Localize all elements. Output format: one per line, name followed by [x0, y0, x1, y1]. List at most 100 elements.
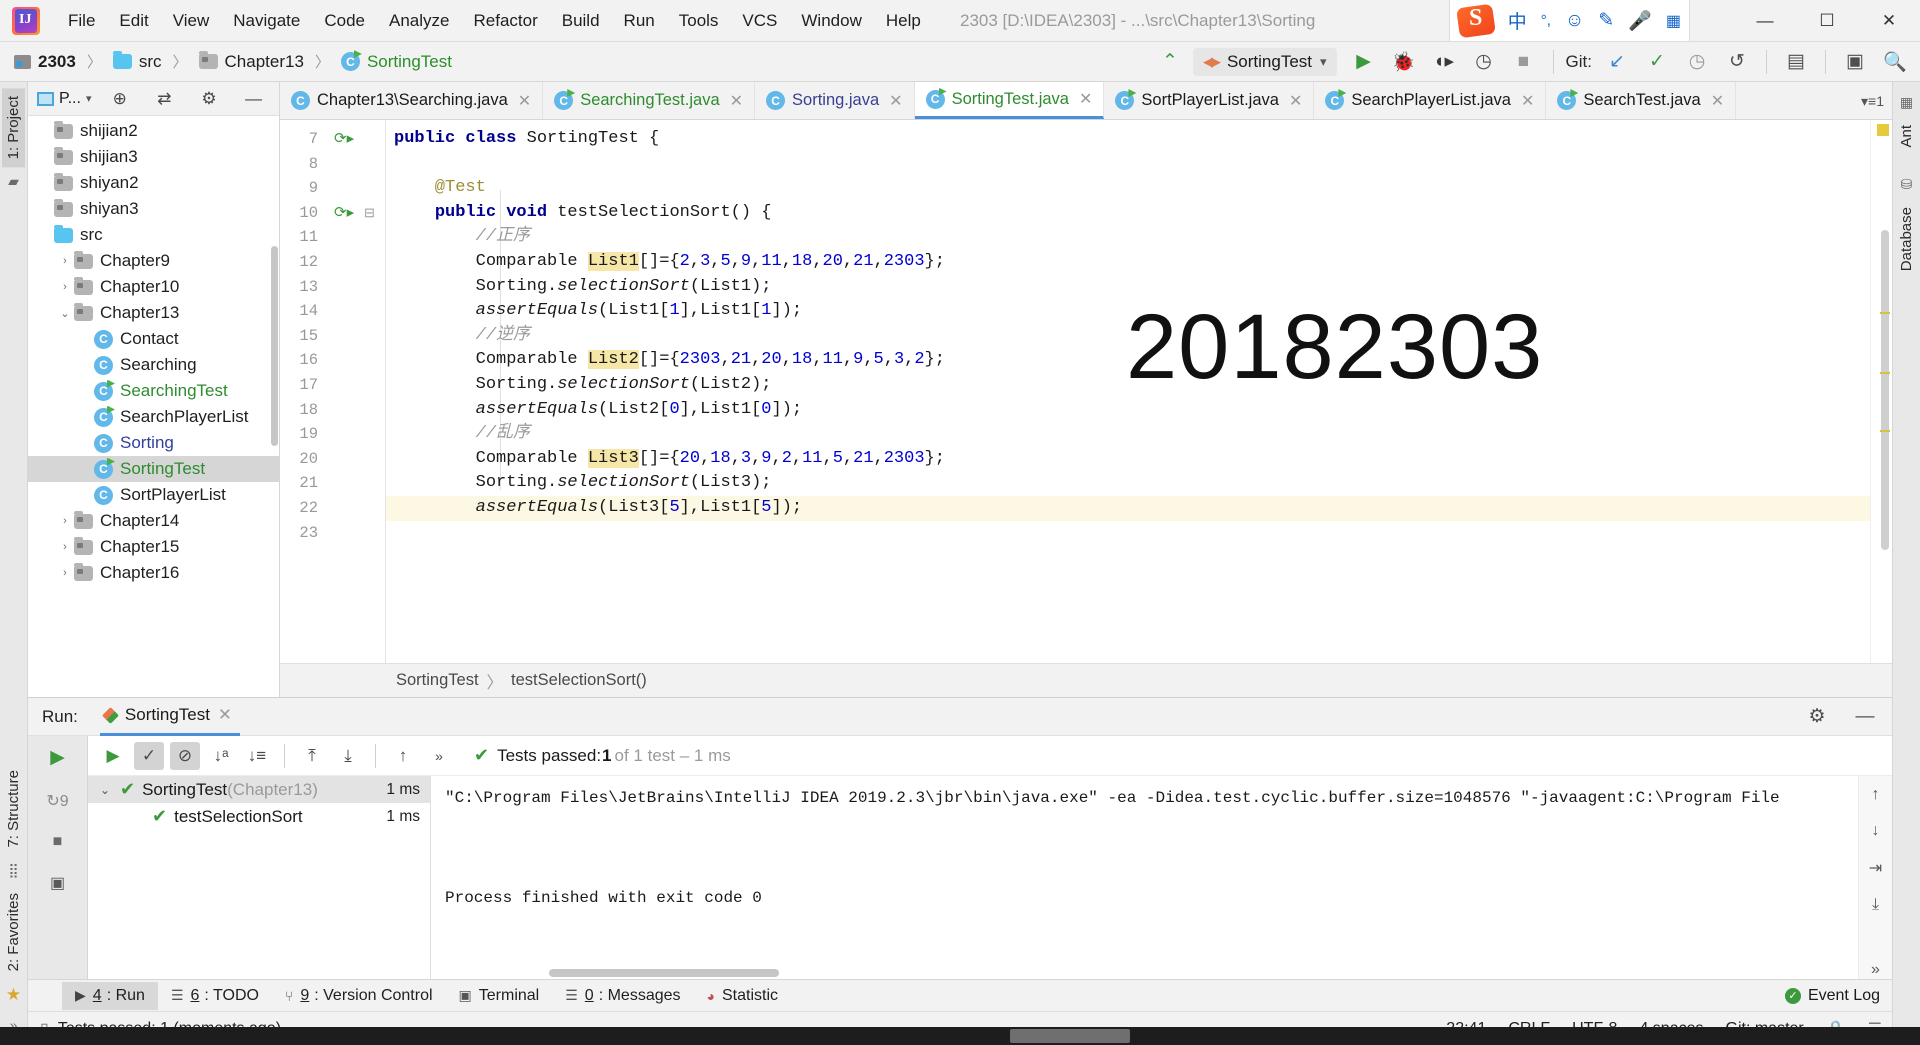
- run-side-rail[interactable]: ▶ ↻9 ■ ▣: [28, 736, 88, 979]
- show-ignored-icon[interactable]: ⊘: [170, 741, 200, 770]
- prev-failed-icon[interactable]: ↑: [388, 742, 418, 770]
- fold-icon[interactable]: ⊟: [364, 205, 375, 221]
- chevron-down-icon[interactable]: ▾: [86, 92, 92, 105]
- project-panel-header[interactable]: P... ▾ ⊕ ⇄ ⚙ —: [28, 82, 279, 116]
- tree-item-shiyan3[interactable]: shiyan3: [28, 196, 279, 222]
- code-line-10[interactable]: public void testSelectionSort() {: [386, 201, 1870, 226]
- profile-icon[interactable]: ◷: [1467, 47, 1501, 77]
- tree-item-chapter15[interactable]: › Chapter15: [28, 534, 279, 560]
- tool-window-bar[interactable]: ▶ 4: Run ☰ 6: TODO ⑂ 9: Version Control ▣ Termi…: [28, 979, 1892, 1011]
- editor-tab-searchingtest-java[interactable]: C SearchingTest.java ✕: [543, 82, 756, 119]
- ime-toolbar[interactable]: 中 °, ☺ ✎ 🎤 ▦: [1448, 0, 1690, 42]
- collapse-all-icon[interactable]: ⤓: [333, 742, 363, 770]
- close-icon[interactable]: ✕: [518, 91, 531, 111]
- chevron-right-icon[interactable]: ›: [56, 567, 74, 579]
- code-line-23[interactable]: [386, 521, 1870, 546]
- rerun-icon[interactable]: ▶: [50, 746, 65, 769]
- menu-item-navigate[interactable]: Navigate: [222, 7, 311, 35]
- editor-gutter[interactable]: 7 ⟳▸ 8 9 10 ⟳▸ ⊟ 11 12 13 14 15 16 17 18 19 20 21 22 23: [280, 120, 386, 663]
- run-tab-sortingtest[interactable]: SortingTest ✕: [99, 698, 240, 736]
- tree-item-src[interactable]: src: [28, 222, 279, 248]
- console-output[interactable]: "C:\Program Files\JetBrains\IntelliJ IDE…: [431, 776, 1892, 979]
- breadcrumb-class[interactable]: SortingTest: [396, 671, 479, 690]
- menu-item-vcs[interactable]: VCS: [731, 7, 788, 35]
- toolwindow-terminal[interactable]: ▣ Terminal: [446, 982, 553, 1010]
- editor-tabs-overflow[interactable]: ▾≡1: [1853, 82, 1892, 119]
- code-line-11[interactable]: //正序: [386, 225, 1870, 250]
- sidebar-item-database[interactable]: Database: [1895, 199, 1918, 279]
- breadcrumb-item-sortingtest[interactable]: C SortingTest: [340, 52, 452, 72]
- stop-icon[interactable]: ■: [1507, 47, 1541, 77]
- ime-chinese-icon[interactable]: 中: [1508, 7, 1527, 34]
- tree-item-shiyan2[interactable]: shiyan2: [28, 170, 279, 196]
- close-icon[interactable]: ✕: [1521, 91, 1534, 111]
- tree-item-sortingtest[interactable]: C SortingTest: [28, 456, 279, 482]
- locate-icon[interactable]: ⊕: [103, 86, 136, 112]
- breadcrumb-item-chapter13[interactable]: Chapter13: [198, 51, 304, 72]
- code-line-20[interactable]: Comparable List3[]={20,18,3,9,2,11,5,21,…: [386, 447, 1870, 472]
- breadcrumb[interactable]: 2303 〉 src 〉 Chapter13 〉 C SortingTest: [14, 51, 452, 72]
- ime-punctuation-icon[interactable]: °,: [1541, 12, 1551, 29]
- event-log-button[interactable]: ✓ Event Log: [1784, 987, 1880, 1005]
- breadcrumb-method[interactable]: testSelectionSort(): [511, 671, 647, 690]
- breadcrumb-item-2303[interactable]: 2303: [14, 52, 76, 72]
- tree-item-shijian2[interactable]: shijian2: [28, 118, 279, 144]
- chevron-down-icon[interactable]: ⌄: [56, 307, 74, 320]
- editor-marker-rail[interactable]: [1870, 120, 1892, 663]
- stop-icon[interactable]: ■: [53, 833, 63, 851]
- code-line-17[interactable]: Sorting.selectionSort(List2);: [386, 373, 1870, 398]
- editor-breadcrumb[interactable]: SortingTest 〉 testSelectionSort(): [280, 663, 1892, 697]
- run-coverage-icon[interactable]: ◖▸: [1427, 47, 1461, 77]
- tree-item-chapter13[interactable]: ⌄ Chapter13: [28, 300, 279, 326]
- presentation-icon[interactable]: ▣: [1838, 47, 1872, 77]
- gear-icon[interactable]: ⚙: [193, 86, 226, 112]
- menu-item-edit[interactable]: Edit: [108, 7, 159, 35]
- console-more-icon[interactable]: »: [1871, 961, 1880, 979]
- rerun-failed-icon[interactable]: ↻9: [46, 791, 68, 811]
- menu-item-view[interactable]: View: [162, 7, 221, 35]
- menu-item-run[interactable]: Run: [613, 7, 666, 35]
- update-project-icon[interactable]: ↙: [1600, 47, 1634, 77]
- right-tool-rail[interactable]: ▦ Ant ⛁ Database: [1892, 82, 1920, 1045]
- test-row-testselectionsort[interactable]: ✔ testSelectionSort 1 ms: [88, 803, 430, 830]
- chevron-right-icon[interactable]: ›: [56, 281, 74, 293]
- code-line-8[interactable]: [386, 152, 1870, 177]
- tree-item-searchplayerlist[interactable]: C SearchPlayerList: [28, 404, 279, 430]
- code-line-22[interactable]: assertEquals(List3[5],List1[5]);: [386, 495, 1870, 521]
- menu-item-tools[interactable]: Tools: [668, 7, 730, 35]
- debug-icon[interactable]: 🐞: [1387, 47, 1421, 77]
- code-line-7[interactable]: public class SortingTest {: [386, 127, 1870, 152]
- ime-emoji-icon[interactable]: ☺: [1565, 10, 1584, 32]
- toolwindow-versioncontrol[interactable]: ⑂ 9: Version Control: [272, 982, 446, 1010]
- inspection-status-icon[interactable]: [1877, 124, 1889, 136]
- rerun-icon[interactable]: ▶: [98, 742, 128, 770]
- editor-tab-searchplayerlist-java[interactable]: C SearchPlayerList.java ✕: [1314, 82, 1547, 119]
- run-gutter-icon[interactable]: ⟳▸: [334, 129, 354, 147]
- code-line-19[interactable]: //乱序: [386, 422, 1870, 447]
- window-controls[interactable]: — ☐ ✕: [1734, 0, 1920, 42]
- project-panel-title[interactable]: P... ▾: [37, 90, 91, 108]
- scroll-up-icon[interactable]: ↑: [1872, 786, 1880, 804]
- project-tree[interactable]: shijian2 shijian3 shiyan2 shiyan3 src › Chapte…: [28, 116, 279, 697]
- chevron-down-icon[interactable]: ⌄: [100, 783, 120, 797]
- toolwindow-statistic[interactable]: ◕ Statistic: [694, 982, 791, 1010]
- sidebar-item-project[interactable]: 1: Project: [2, 88, 25, 168]
- run-configuration-selector[interactable]: ◀▶ SortingTest ▾: [1192, 47, 1337, 76]
- toolwindow-todo[interactable]: ☰ 6: TODO: [158, 982, 272, 1010]
- chevron-right-icon[interactable]: ›: [56, 515, 74, 527]
- tree-item-chapter10[interactable]: › Chapter10: [28, 274, 279, 300]
- editor-tab-searchtest-java[interactable]: C SearchTest.java ✕: [1546, 82, 1737, 119]
- scroll-to-end-icon[interactable]: ⤓: [1872, 896, 1879, 914]
- close-icon[interactable]: ✕: [889, 91, 902, 111]
- ime-microphone-icon[interactable]: 🎤: [1628, 9, 1652, 33]
- close-icon[interactable]: ✕: [1289, 91, 1302, 111]
- main-toolbar[interactable]: ⌃ ◀▶ SortingTest ▾ ▶ 🐞 ◖▸ ◷ ■ Git: ↙ ✓ ◷…: [1153, 47, 1912, 77]
- ime-pen-icon[interactable]: ✎: [1598, 9, 1614, 32]
- sidebar-item-structure[interactable]: 7: Structure: [2, 762, 25, 856]
- sidebar-item-ant[interactable]: Ant: [1895, 117, 1918, 156]
- project-structure-icon[interactable]: ▤: [1779, 47, 1813, 77]
- left-tool-rail[interactable]: 1: Project ▰ 7: Structure ⣿ 2: Favorites…: [0, 82, 28, 1045]
- hide-icon[interactable]: —: [1848, 702, 1882, 732]
- sort-duration-icon[interactable]: ↓≡: [242, 742, 272, 770]
- menu-bar[interactable]: File Edit View Navigate Code Analyze Refactor B…: [57, 7, 932, 35]
